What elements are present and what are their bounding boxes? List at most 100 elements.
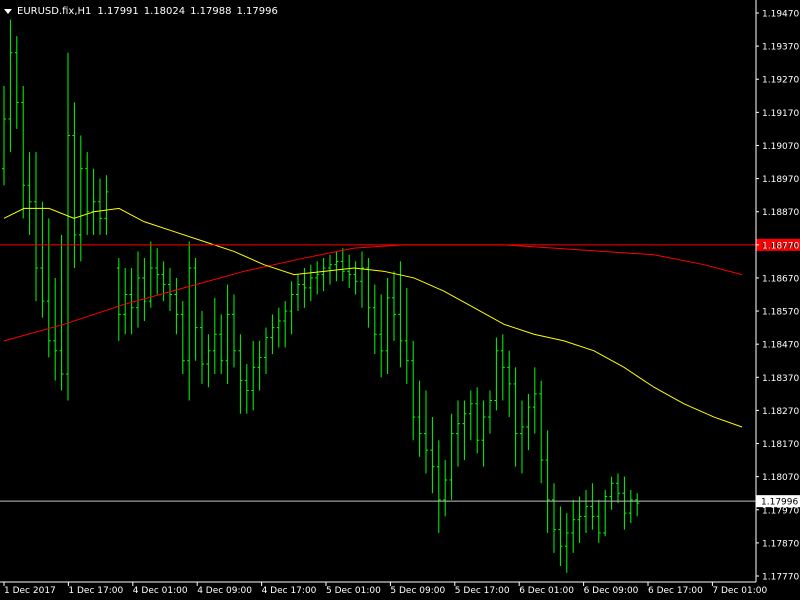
ohlc-bar [315,261,320,295]
ohlc-bar [200,311,204,384]
ohlc-bar [283,301,288,348]
ohlc-bar [8,19,13,153]
ohlc-bar [577,496,582,543]
ohlc-bar [238,334,243,414]
ohlc-bar [398,261,403,368]
ohlc-bar [257,340,262,391]
ohlc-bar [462,400,467,461]
ohlc-bar [296,274,300,312]
ohlc-bar [34,152,38,302]
ohlc-bar [14,36,19,129]
ohlc-bar [123,268,128,335]
ohlc-bar [206,334,211,388]
price-tick-label: 1.18370 [762,374,799,384]
high-value: 1.18024 [143,5,186,17]
ohlc-bar [596,499,601,543]
price-tick-label: 1.19470 [762,10,799,20]
time-tick-label: 5 Dec 01:00 [326,586,381,596]
ohlc-bar [98,178,102,235]
ohlc-bar [353,261,358,295]
ohlc-bar [558,506,563,567]
time-tick-label: 4 Dec 01:00 [133,586,188,596]
ohlc-bar [289,281,294,335]
ohlc-bar [475,387,480,454]
ohlc-bar [270,314,275,355]
ohlc-bar [174,277,179,335]
ohlc-bar [232,294,236,368]
ohlc-bar [385,277,390,374]
price-tick-label: 1.19270 [762,76,799,86]
ohlc-bar [616,473,620,504]
time-tick-label: 7 Dec 01:00 [712,586,767,596]
symbol-label: EURUSD.fix,H1 [17,5,92,17]
time-tick-label: 4 Dec 17:00 [262,586,317,596]
ohlc-bar [180,301,185,374]
ohlc-bar [571,499,576,553]
ohlc-bar [142,258,147,321]
ohlc-bar [488,390,492,434]
time-tick-label: 6 Dec 01:00 [519,586,574,596]
ohlc-bar [40,201,45,318]
ohlc-bar [584,489,588,533]
moving-averages-layer [3,207,743,428]
ohlc-bar [539,380,544,484]
ohlc-bar [500,334,505,401]
low-value: 1.17988 [190,5,232,17]
price-chart[interactable]: 1.187701.17996 1.194701.193701.192701.19… [0,0,800,600]
ohlc-bar [104,175,109,235]
ohlc-bar [628,489,633,524]
ohlc-bar [360,251,364,308]
ohlc-bar [129,268,134,335]
ohlc-bar [603,489,608,537]
ohlc-bar [456,400,460,467]
price-tick-label: 1.17870 [762,539,799,549]
triangle-down-icon[interactable] [4,9,12,14]
price-tick-label: 1.17970 [762,506,799,516]
ohlc-bar [622,476,627,530]
ohlc-bar [251,340,256,411]
ohlc-bar [481,400,486,467]
ohlc-bar [443,460,448,517]
price-tick-label: 1.19070 [762,142,799,152]
price-tick-label: 1.18070 [762,473,799,483]
time-tick-label: 1 Dec 2017 [4,586,56,596]
ohlc-bar [436,440,441,533]
ohlc-bar [347,254,352,288]
fast-moving-average-line [3,207,743,428]
time-tick-label: 6 Dec 17:00 [648,586,703,596]
ohlc-bar [379,294,384,378]
ohlc-bar [276,307,281,348]
ohlc-bar [321,258,326,292]
ohlc-bar [372,284,377,355]
price-tick-label: 1.18270 [762,407,799,417]
ohlc-bar [59,234,64,391]
axes-layer: 1.19470 1.19370 1.19270 1.19170 1.19070 1.189… [0,0,799,596]
ohlc-bar [219,314,224,374]
price-tick-label: 1.18470 [762,341,799,351]
ohlc-bar [507,350,512,418]
price-tick-label: 1.18770 [762,241,799,251]
ohlc-bar [334,251,339,282]
ohlc-bar [225,284,230,384]
ohlc-bar [545,430,550,533]
ohlc-bar [609,476,614,510]
price-tick-label: 1.18170 [762,440,799,450]
ohlc-bar [417,380,422,457]
ohlc-bar [404,287,409,384]
ohlc-bar [85,152,90,235]
chart-window[interactable]: 1.18770 1.17996 1.19470 1.19370 1.19270 1.19… [0,0,800,600]
price-tick-label: 1.18570 [762,308,799,318]
candles-layer [2,19,640,573]
ohlc-bar [411,340,416,441]
ohlc-bar [635,493,640,517]
ohlc-bar [494,337,499,411]
time-tick-label: 1 Dec 17:00 [68,586,123,596]
ohlc-bar [552,483,556,553]
ohlc-bar [78,135,83,262]
chart-header: EURUSD.fix,H1 1.17991 1.18024 1.17988 1.… [4,4,283,18]
ohlc-bar [66,52,70,401]
time-tick-label: 6 Dec 09:00 [584,586,639,596]
ohlc-bar [424,390,428,474]
ohlc-bar [449,413,454,500]
ohlc-bar [392,271,396,341]
